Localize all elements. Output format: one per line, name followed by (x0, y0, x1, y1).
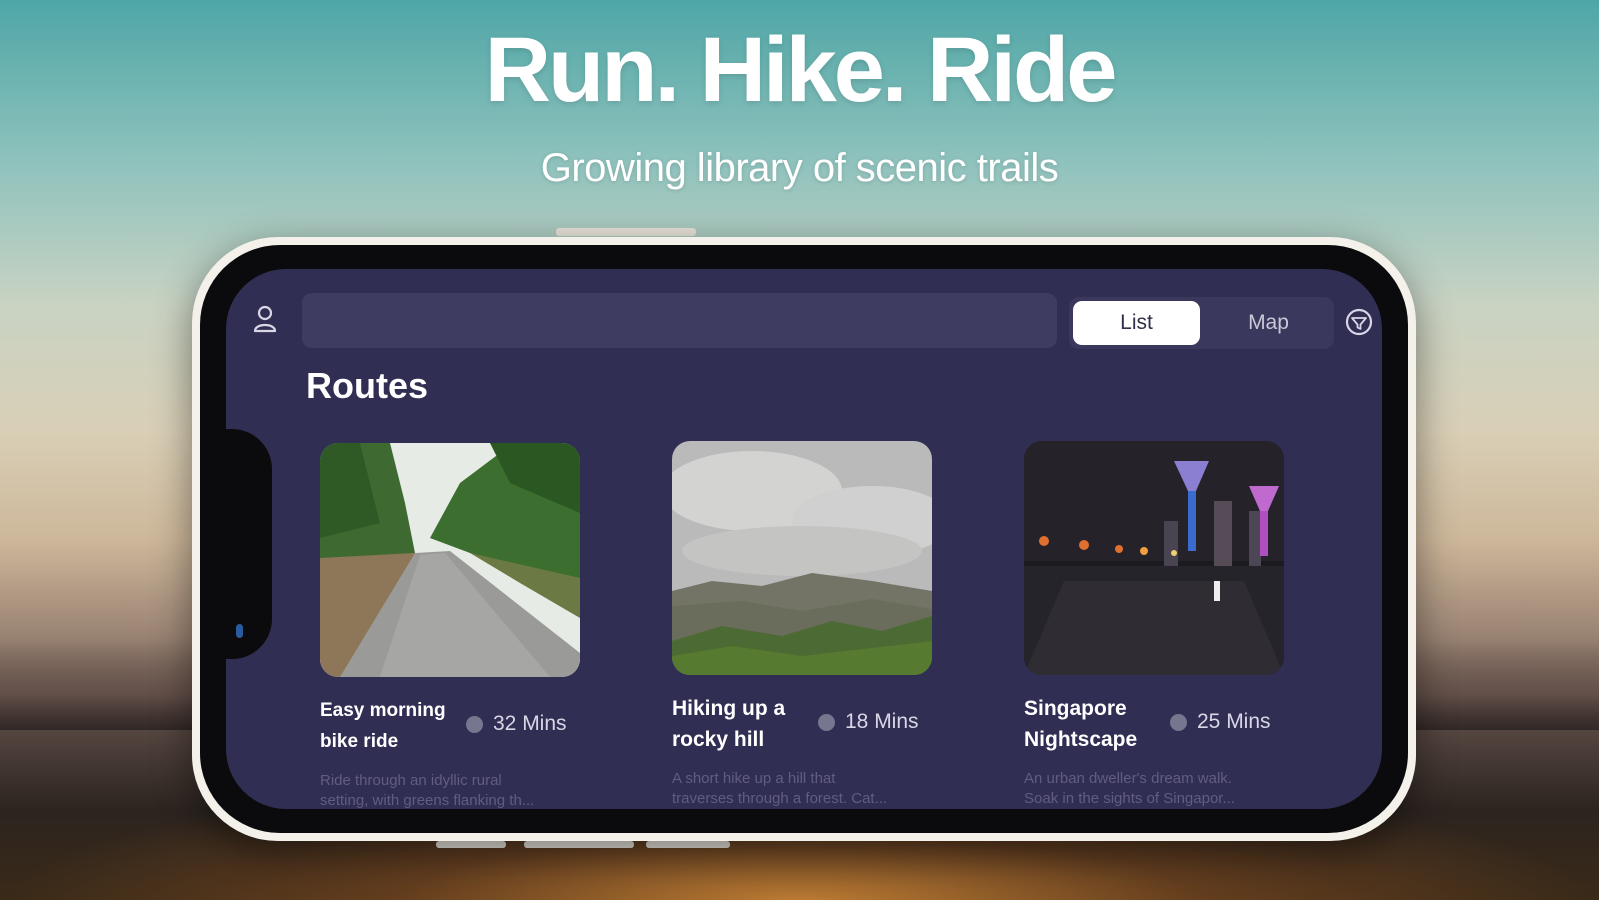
hero-subtitle: Growing library of scenic trails (540, 146, 1059, 190)
route-duration: 18 Mins (818, 710, 919, 734)
route-duration: 32 Mins (466, 712, 567, 736)
tab-list[interactable]: List (1073, 301, 1200, 345)
phone-frame: List Map Routes Easy morning bike ride 3… (192, 237, 1416, 841)
clock-icon (1170, 713, 1187, 731)
route-title: Hiking up a rocky hill (672, 697, 786, 751)
route-description: A short hike up a hill that traverses th… (672, 770, 888, 807)
phone-side-button (556, 228, 696, 236)
clock-icon (466, 715, 483, 733)
route-duration-text: 25 Mins (1197, 710, 1271, 733)
route-description: An urban dweller's dream walk. Soak in t… (1024, 770, 1235, 807)
route-description: Ride through an idyllic rural setting, w… (320, 772, 535, 809)
route-card[interactable]: Easy morning bike ride 32 Mins Ride thro… (320, 443, 582, 809)
search-bar[interactable] (302, 293, 1057, 348)
phone-side-button (436, 841, 506, 848)
route-title: Easy morning bike ride (320, 700, 446, 752)
route-title: Singapore Nightscape (1024, 697, 1138, 751)
filter-icon[interactable] (1344, 307, 1374, 337)
route-card[interactable]: Singapore Nightscape 25 Mins An urban dw… (1024, 441, 1286, 809)
phone-side-button (646, 841, 730, 848)
phone-notch (226, 429, 272, 659)
clock-icon (818, 713, 835, 731)
route-duration-text: 32 Mins (493, 712, 567, 735)
route-duration-text: 18 Mins (845, 710, 919, 733)
hero-title: Run. Hike. Ride (484, 19, 1118, 121)
phone-bezel: List Map Routes Easy morning bike ride 3… (200, 245, 1408, 833)
route-duration: 25 Mins (1170, 710, 1271, 734)
app-screen: List Map Routes Easy morning bike ride 3… (226, 269, 1382, 809)
profile-icon[interactable] (252, 304, 278, 334)
phone-side-button (524, 841, 634, 848)
route-image-singapore-night (1024, 441, 1284, 675)
route-image-rural-road (320, 443, 580, 677)
section-title-routes: Routes (306, 365, 429, 406)
camera-indicator (236, 624, 243, 638)
route-image-rocky-hill (672, 441, 932, 675)
view-segmented-control: List Map (1069, 297, 1334, 349)
tab-map[interactable]: Map (1205, 301, 1332, 345)
route-card[interactable]: Hiking up a rocky hill 18 Mins A short h… (672, 441, 934, 809)
